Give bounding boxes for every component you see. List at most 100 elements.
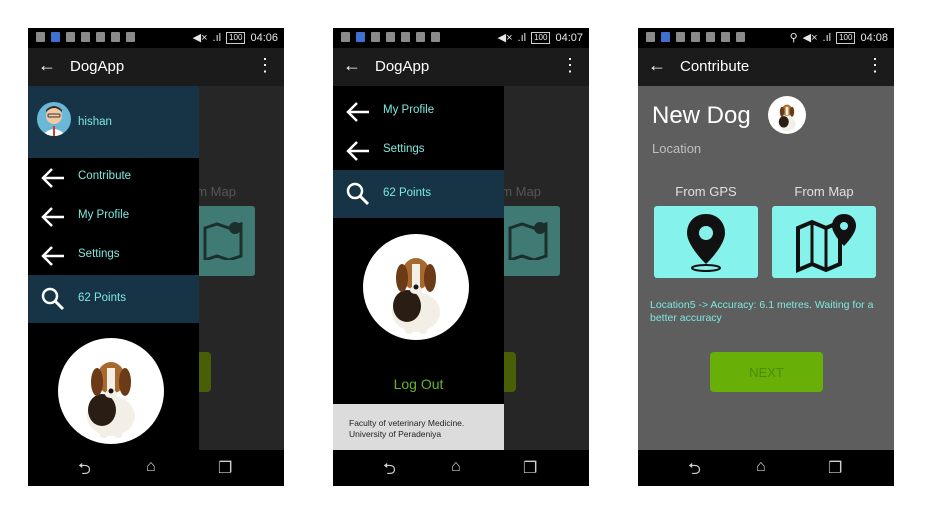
main-content: om Map My Profile Settings 62 Points Log… [333, 86, 589, 450]
overflow-menu-icon[interactable]: ⋮ [256, 55, 274, 76]
system-nav-bar: ⮌ ⌂ ❐ [28, 450, 284, 486]
back-arrow-icon[interactable]: ← [38, 55, 56, 76]
mute-icon: ◀× [802, 32, 818, 44]
drawer-item-label: 62 Points [383, 187, 431, 199]
nav-recent-icon[interactable]: ❐ [218, 458, 232, 478]
nav-back-icon[interactable]: ⮌ [688, 458, 701, 485]
avatar [37, 102, 71, 136]
from-gps-label: From GPS [675, 184, 737, 199]
main-content: New Dog Location From GPS From Map Locat… [638, 86, 894, 450]
app-bar: ← Contribute ⋮ [638, 48, 894, 86]
signal-icon: .ıl [822, 31, 832, 44]
nav-home-icon[interactable]: ⌂ [756, 458, 766, 476]
from-gps-button[interactable] [654, 206, 758, 278]
battery-icon: 100 [836, 31, 856, 44]
drawer-profile-header[interactable]: hishan [28, 86, 199, 158]
app-bar: ← DogApp ⋮ [333, 48, 589, 86]
footer-line-2: University of Peradeniya [349, 429, 442, 439]
user-name: hishan [78, 116, 112, 128]
logout-button[interactable]: Log Out [333, 376, 504, 392]
next-button[interactable]: NEXT [710, 352, 823, 392]
nav-recent-icon[interactable]: ❐ [523, 458, 537, 478]
app-title: DogApp [70, 58, 125, 75]
drawer-item-label: My Profile [78, 209, 130, 221]
drawer-item-label: Settings [78, 248, 120, 260]
dimmed-background[interactable]: om Map [189, 86, 284, 450]
nav-home-icon[interactable]: ⌂ [451, 458, 461, 476]
back-arrow-icon [41, 168, 64, 188]
search-icon [41, 287, 65, 311]
dog-thumbnail [768, 96, 806, 134]
back-arrow-icon [346, 141, 369, 161]
phone-screen-drawer-logout: ◀× .ıl 100 04:07 ← DogApp ⋮ om Map My Pr… [333, 28, 589, 486]
drawer-item-settings[interactable]: Settings [28, 236, 199, 275]
mute-icon: ◀× [192, 32, 208, 44]
back-arrow-icon [346, 102, 369, 122]
main-content: om Map hishan Contribute My Profile Sett… [28, 86, 284, 450]
status-bar: ◀× .ıl 100 04:06 [28, 28, 284, 48]
person-avatar-icon [42, 106, 66, 136]
back-arrow-icon [41, 207, 64, 227]
dog-photo [363, 234, 469, 340]
search-icon [346, 182, 370, 206]
nav-back-icon[interactable]: ⮌ [383, 458, 396, 485]
dog-photo [58, 338, 164, 444]
nav-back-icon[interactable]: ⮌ [78, 458, 91, 485]
map-icon [203, 221, 243, 260]
location-subheading: Location [652, 141, 702, 156]
from-map-label: From Map [794, 184, 854, 199]
notification-icons [646, 32, 745, 42]
clock: 04:08 [860, 31, 888, 44]
back-arrow-icon[interactable]: ← [343, 55, 361, 76]
drawer-item-points[interactable]: 62 Points [28, 275, 199, 323]
status-bar: ◀× .ıl 100 04:07 [333, 28, 589, 48]
faded-map-tile [498, 206, 560, 276]
drawer-item-my-profile[interactable]: My Profile [28, 197, 199, 236]
faded-next-button [197, 352, 211, 392]
gps-accuracy-status: Location5 -> Accuracy: 6.1 metres. Waiti… [650, 299, 874, 324]
clock: 04:06 [250, 31, 278, 44]
phone-screen-drawer-profile: ◀× .ıl 100 04:06 ← DogApp ⋮ om Map hisha… [28, 28, 284, 486]
map-icon [796, 214, 856, 274]
location-icon: ⚲ [789, 32, 798, 44]
drawer-item-contribute[interactable]: Contribute [28, 158, 199, 197]
battery-icon: 100 [226, 31, 246, 44]
nav-home-icon[interactable]: ⌂ [146, 458, 156, 476]
dimmed-background[interactable]: om Map [494, 86, 589, 450]
screen-title: Contribute [680, 58, 750, 75]
navigation-drawer: My Profile Settings 62 Points Log Out Fa… [333, 86, 504, 450]
map-icon [508, 221, 548, 260]
status-bar: ⚲ ◀× .ıl 100 04:08 [638, 28, 894, 48]
overflow-menu-icon[interactable]: ⋮ [866, 55, 884, 76]
nav-recent-icon[interactable]: ❐ [828, 458, 842, 478]
mute-icon: ◀× [497, 32, 513, 44]
drawer-item-my-profile[interactable]: My Profile [333, 92, 504, 131]
map-pin-icon [687, 214, 725, 272]
notification-icons [36, 32, 135, 42]
signal-icon: .ıl [517, 31, 527, 44]
footer-line-1: Faculty of veterinary Medicine. [349, 418, 465, 428]
drawer-footer: Faculty of veterinary Medicine. Universi… [333, 404, 504, 450]
beagle-image [392, 258, 440, 334]
drawer-item-settings[interactable]: Settings [333, 131, 504, 170]
system-nav-bar: ⮌ ⌂ ❐ [333, 450, 589, 486]
back-arrow-icon[interactable]: ← [648, 55, 666, 76]
beagle-image [87, 362, 135, 438]
clock: 04:07 [555, 31, 583, 44]
drawer-item-label: My Profile [383, 104, 435, 116]
system-nav-bar: ⮌ ⌂ ❐ [638, 450, 894, 486]
battery-icon: 100 [531, 31, 551, 44]
from-map-button[interactable] [772, 206, 876, 278]
faded-next-button [502, 352, 516, 392]
back-arrow-icon [41, 246, 64, 266]
navigation-drawer: hishan Contribute My Profile Settings 62… [28, 86, 199, 450]
phone-screen-contribute: ⚲ ◀× .ıl 100 04:08 ← Contribute ⋮ New Do… [638, 28, 894, 486]
page-title: New Dog [652, 102, 751, 129]
app-bar: ← DogApp ⋮ [28, 48, 284, 86]
app-title: DogApp [375, 58, 430, 75]
drawer-item-label: Settings [383, 143, 425, 155]
faded-map-tile [193, 206, 255, 276]
signal-icon: .ıl [212, 31, 222, 44]
drawer-item-points[interactable]: 62 Points [333, 170, 504, 218]
overflow-menu-icon[interactable]: ⋮ [561, 55, 579, 76]
